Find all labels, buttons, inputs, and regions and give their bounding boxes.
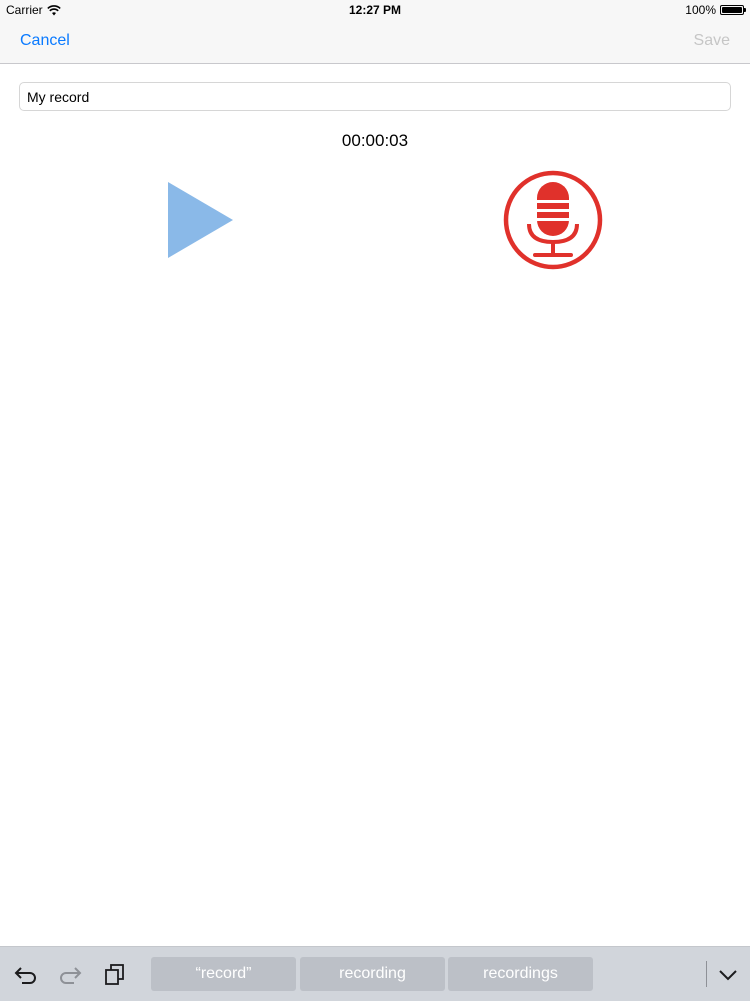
cancel-button[interactable]: Cancel xyxy=(20,32,70,50)
redo-button[interactable] xyxy=(56,961,84,987)
chevron-down-icon xyxy=(719,970,737,981)
status-bar: Carrier 12:27 PM 100% xyxy=(0,0,750,20)
toolbar-divider xyxy=(706,961,707,987)
battery-fill xyxy=(722,7,742,13)
dismiss-keyboard-button[interactable] xyxy=(714,962,742,988)
play-icon xyxy=(168,182,233,258)
record-button[interactable] xyxy=(502,170,604,270)
battery-percent: 100% xyxy=(685,3,716,17)
status-right: 100% xyxy=(685,3,746,17)
undo-button[interactable] xyxy=(12,961,40,987)
undo-icon xyxy=(14,967,36,984)
elapsed-time: 00:00:03 xyxy=(341,131,409,150)
nav-bar: Cancel Save xyxy=(0,20,750,64)
record-name-input[interactable] xyxy=(19,82,731,111)
play-button[interactable] xyxy=(165,180,235,260)
battery-icon xyxy=(720,5,746,15)
suggestion-record[interactable]: “record” xyxy=(151,957,296,991)
status-time: 12:27 PM xyxy=(348,3,402,17)
keyboard-shortcut-bar: “record” recording recordings xyxy=(0,946,750,1001)
suggestion-recordings[interactable]: recordings xyxy=(448,957,593,991)
paste-icon xyxy=(105,964,124,985)
microphone-icon xyxy=(503,170,603,270)
paste-button[interactable] xyxy=(101,961,129,987)
suggestion-recording[interactable]: recording xyxy=(300,957,445,991)
redo-icon xyxy=(60,967,82,984)
save-button[interactable]: Save xyxy=(694,32,730,50)
